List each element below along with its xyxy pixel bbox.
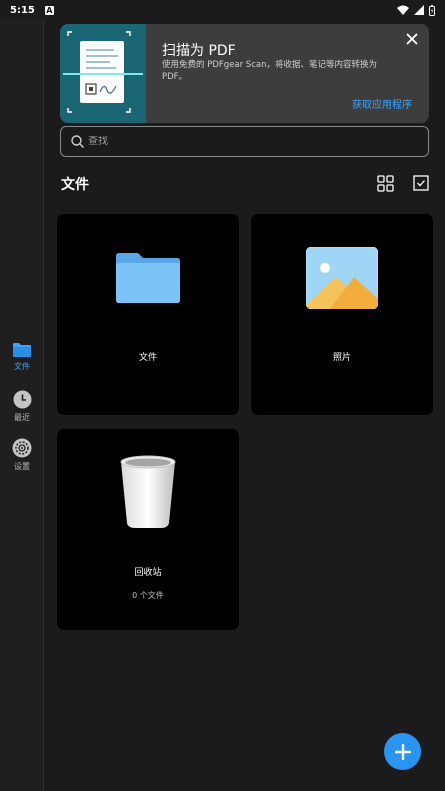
card-label: 文件 <box>138 353 157 363</box>
close-icon[interactable] <box>403 30 421 48</box>
banner-description: 使用免费的 PDFgear Scan，将收据、笔记等内容转换为 PDF。 <box>162 60 377 82</box>
wifi-icon <box>397 5 409 15</box>
folder-icon <box>13 343 31 357</box>
folder-card-trash[interactable]: 回收站 0 个文件 <box>57 429 239 630</box>
plus-icon <box>394 743 411 760</box>
status-time: 5:15 <box>10 4 35 16</box>
banner-title: 扫描为 PDF <box>162 43 236 59</box>
sidebar-item-recent[interactable]: 最近 <box>0 390 44 423</box>
battery-icon <box>429 4 435 16</box>
card-label: 回收站 <box>134 568 162 578</box>
signal-icon <box>414 5 424 15</box>
card-label: 照片 <box>332 353 351 363</box>
card-file-count: 0 个文件 <box>132 591 164 600</box>
folder-card-files[interactable]: 文件 <box>57 214 239 415</box>
grid-view-icon[interactable] <box>377 175 394 192</box>
folder-card-photos[interactable]: 照片 <box>251 214 433 415</box>
search-input[interactable] <box>88 136 388 147</box>
status-icons <box>397 4 435 16</box>
sidebar-item-label: 最近 <box>14 413 30 422</box>
select-checkbox-icon[interactable] <box>413 175 429 191</box>
folder-icon <box>116 253 180 303</box>
sidebar-item-files[interactable]: 文件 <box>0 342 44 372</box>
gear-icon <box>12 438 32 458</box>
sidebar-item-label: 设置 <box>14 462 30 471</box>
scan-promo-banner[interactable]: 扫描为 PDF 使用免费的 PDFgear Scan，将收据、笔记等内容转换为 … <box>60 24 429 123</box>
notification-icon: A <box>44 5 54 15</box>
search-icon <box>71 135 84 148</box>
status-bar: 5:15 A <box>0 0 445 20</box>
sidebar: 文件 最近 设置 <box>0 20 44 791</box>
search-bar[interactable] <box>60 126 429 157</box>
sidebar-item-label: 文件 <box>14 362 30 371</box>
photo-icon <box>306 247 378 309</box>
add-button[interactable] <box>384 733 421 770</box>
sidebar-item-settings[interactable]: 设置 <box>0 438 44 472</box>
page-title: 文件 <box>61 177 89 193</box>
clock-icon <box>13 390 31 409</box>
get-app-link[interactable]: 获取应用程序 <box>352 96 412 111</box>
trash-icon <box>120 455 176 528</box>
scan-illustration <box>60 24 146 123</box>
